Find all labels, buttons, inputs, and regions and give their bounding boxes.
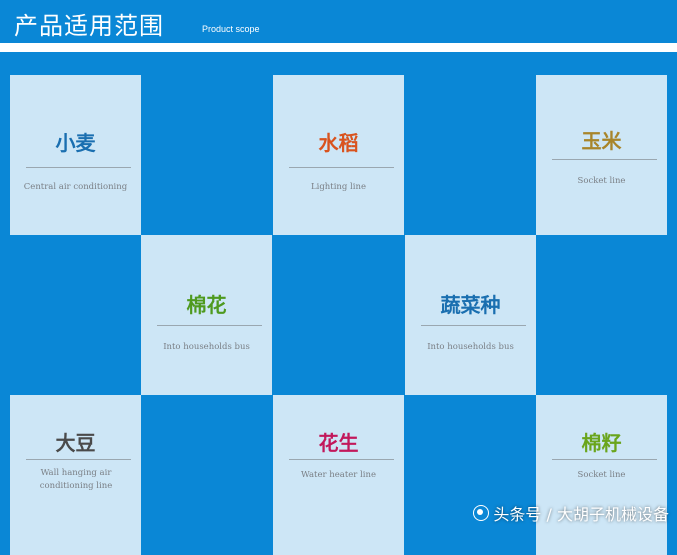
scope-tile-cotton: 棉花 Into households bus — [141, 235, 272, 395]
tile-divider — [421, 325, 526, 326]
source-watermark: 头条号 / 大胡子机械设备 — [473, 501, 669, 525]
scope-tile-soybean: 大豆 Wall hanging air conditioning line — [10, 395, 141, 555]
tile-name: 棉花 — [186, 293, 227, 317]
tile-name: 大豆 — [55, 431, 96, 455]
tile-divider — [289, 167, 394, 168]
tile-name: 小麦 — [55, 131, 96, 155]
watermark-text: 头条号 / 大胡子机械设备 — [493, 505, 669, 524]
tile-description: Lighting line — [311, 182, 366, 192]
tile-name: 水稻 — [318, 131, 359, 155]
tile-name: 玉米 — [581, 129, 622, 153]
tile-description: Into households bus — [427, 342, 514, 352]
tile-divider — [289, 459, 394, 460]
tile-description: Into households bus — [163, 342, 250, 352]
tile-name: 蔬菜种 — [440, 293, 501, 317]
tile-name: 花生 — [318, 431, 359, 455]
scope-tile-peanut: 花生 Water heater line — [273, 395, 404, 555]
scope-tile-vegetable-seed: 蔬菜种 Into households bus — [405, 235, 536, 395]
tile-divider — [552, 459, 657, 460]
tile-divider — [157, 325, 262, 326]
tile-description: Wall hanging air conditioning line — [39, 468, 113, 491]
tile-divider — [552, 159, 657, 160]
header-divider — [0, 43, 677, 52]
tile-description: Socket line — [577, 470, 626, 480]
scope-tile-rice: 水稻 Lighting line — [273, 75, 404, 235]
tile-description: Central air conditioning — [23, 182, 128, 192]
scope-tile-wheat: 小麦 Central air conditioning — [10, 75, 141, 235]
account-icon — [473, 505, 490, 521]
page-subtitle: Product scope — [202, 24, 260, 34]
tile-name: 棉籽 — [581, 431, 622, 455]
tile-divider — [26, 459, 131, 460]
page-title: 产品适用范围 — [14, 12, 164, 40]
tile-description: Socket line — [577, 176, 626, 186]
header-band: 产品适用范围 Product scope — [0, 0, 677, 42]
scope-tile-cottonseed: 棉籽 Socket line — [536, 395, 667, 555]
scope-tile-corn: 玉米 Socket line — [536, 75, 667, 235]
tile-divider — [26, 167, 131, 168]
tile-description: Water heater line — [300, 470, 376, 480]
